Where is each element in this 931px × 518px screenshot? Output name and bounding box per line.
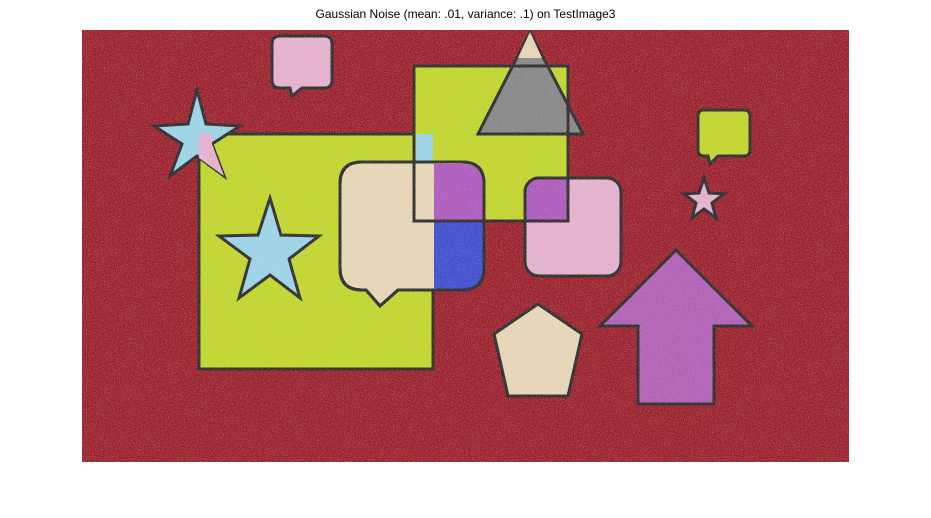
- pink-speech-bubble-top: [270, 34, 334, 99]
- overlap-strip: [416, 134, 433, 164]
- pink-square-magenta-overlap: [525, 178, 568, 221]
- blue-overlap: [434, 222, 484, 290]
- figure-window: Gaussian Noise (mean: .01, variance: .1)…: [0, 0, 931, 518]
- magenta-overlap: [434, 164, 484, 222]
- lime-speech-bubble-right: [696, 108, 752, 167]
- image-axes: [82, 30, 849, 462]
- noisy-image: [82, 30, 849, 462]
- figure-title: Gaussian Noise (mean: .01, variance: .1)…: [315, 7, 616, 21]
